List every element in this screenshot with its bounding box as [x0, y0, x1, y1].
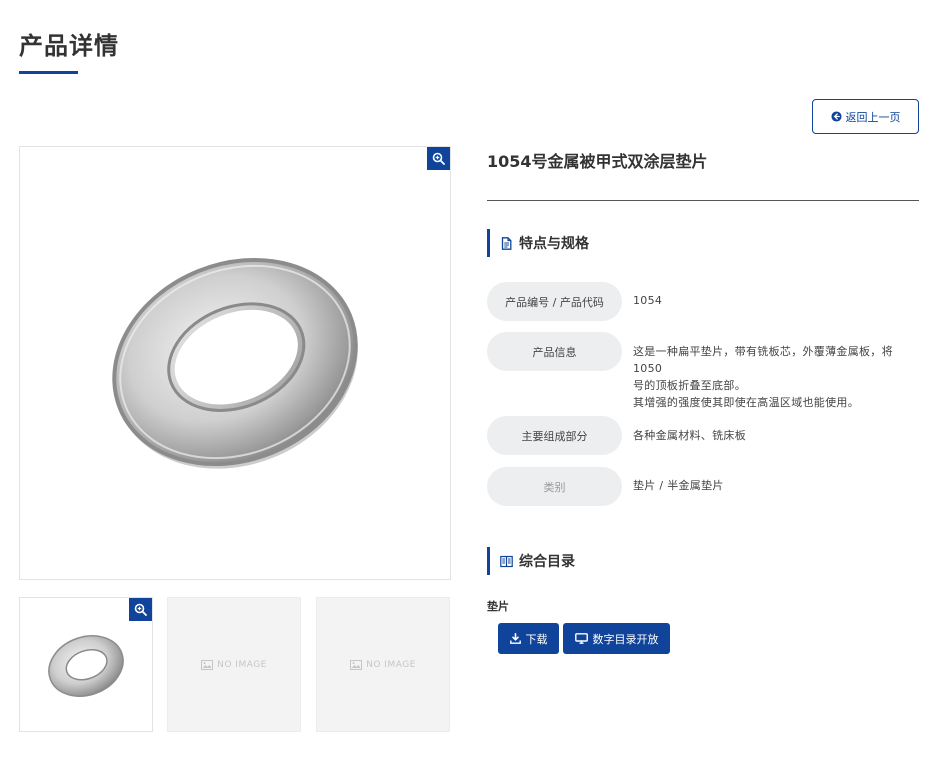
digital-catalog-button[interactable]: 数字目录开放	[563, 623, 670, 654]
main-product-image[interactable]	[19, 146, 451, 580]
thumbnail-1[interactable]	[19, 597, 153, 732]
zoom-icon	[134, 603, 147, 616]
product-name: 1054号金属被甲式双涂层垫片	[487, 152, 708, 171]
catalog-item-label: 垫片	[487, 600, 509, 613]
document-icon	[501, 236, 512, 250]
spec-value-info-line: 号的顶板折叠至底部。	[633, 379, 746, 392]
download-button[interactable]: 下载	[498, 623, 559, 654]
spec-label-components: 主要组成部分	[487, 416, 622, 455]
main-image-zoom-button[interactable]	[427, 147, 450, 170]
back-button-label: 返回上一页	[845, 110, 901, 124]
spec-value-info-line: 这是一种扁平垫片，带有铣板芯，外覆薄金属板，将1050	[633, 345, 893, 375]
spec-value-code: 1054	[633, 294, 663, 307]
spec-value-info: 这是一种扁平垫片，带有铣板芯，外覆薄金属板，将1050 号的顶板折叠至底部。 其…	[633, 343, 919, 411]
thumbnail-2[interactable]: NO IMAGE	[167, 597, 301, 732]
image-placeholder-icon	[201, 659, 214, 670]
spec-value-category: 垫片 / 半金属垫片	[633, 479, 724, 492]
monitor-icon	[574, 633, 588, 644]
book-icon	[500, 555, 513, 567]
thumbnail-zoom-button[interactable]	[129, 598, 152, 621]
no-image-label: NO IMAGE	[217, 659, 267, 670]
digital-catalog-button-label: 数字目录开放	[592, 632, 659, 646]
arrow-left-circle-icon	[830, 111, 842, 122]
download-button-label: 下载	[525, 632, 548, 646]
catalog-heading: 综合目录	[487, 547, 575, 575]
product-divider	[487, 200, 919, 201]
download-icon	[509, 633, 521, 644]
zoom-icon	[432, 152, 445, 165]
page-title: 产品详情	[19, 32, 119, 60]
no-image-label: NO IMAGE	[366, 659, 416, 670]
image-placeholder-icon	[350, 659, 363, 670]
spec-value-info-line: 其增强的强度使其即使在高温区域也能使用。	[633, 396, 859, 409]
spec-label-category: 类别	[487, 467, 622, 506]
title-underline	[19, 71, 78, 74]
washer-image	[112, 257, 358, 469]
specs-heading: 特点与规格	[487, 229, 589, 257]
spec-label-info: 产品信息	[487, 332, 622, 371]
specs-heading-label: 特点与规格	[519, 236, 589, 252]
spec-label-code: 产品编号 / 产品代码	[487, 282, 622, 321]
back-button[interactable]: 返回上一页	[812, 99, 919, 134]
thumbnail-3[interactable]: NO IMAGE	[316, 597, 450, 732]
catalog-heading-label: 综合目录	[519, 554, 575, 570]
spec-value-components: 各种金属材料、铣床板	[633, 429, 746, 442]
